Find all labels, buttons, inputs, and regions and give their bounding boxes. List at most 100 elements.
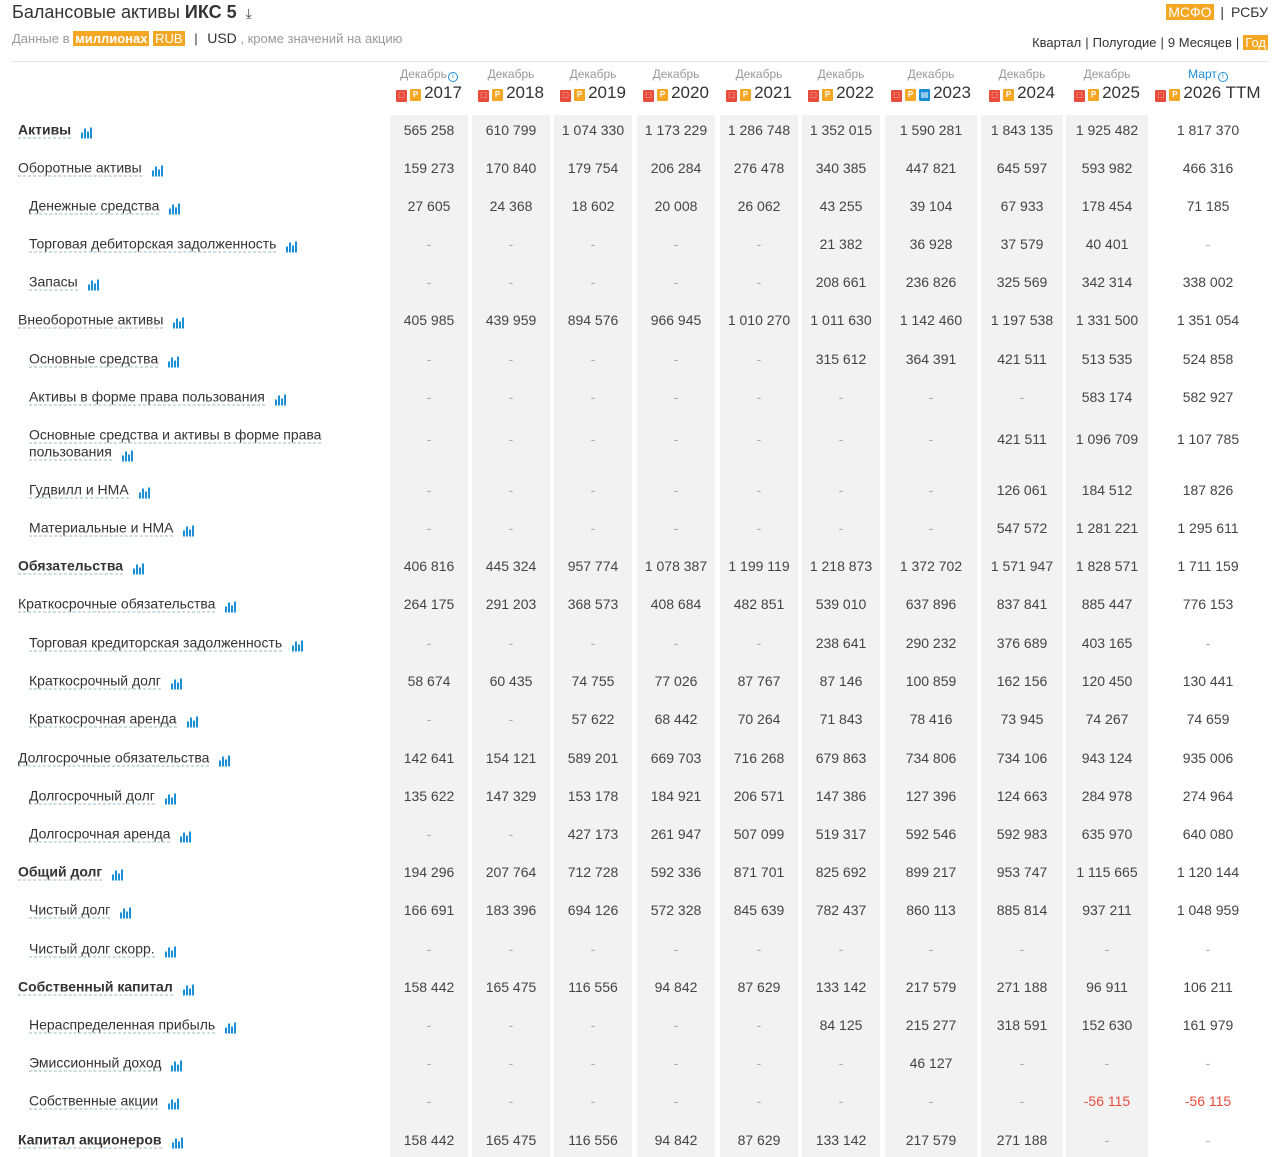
presentation-icon[interactable]: P [410, 89, 422, 101]
row-label-text[interactable]: Основные средства [29, 350, 159, 368]
bar-chart-icon[interactable] [164, 942, 177, 958]
table-cell: - [426, 826, 432, 842]
table-cell: 217 579 [905, 979, 957, 995]
pdf-report-icon[interactable]: ⬚ [808, 90, 820, 102]
bar-chart-icon[interactable] [81, 123, 93, 139]
bar-chart-icon[interactable] [186, 712, 199, 728]
row-label-text[interactable]: Долгосрочная аренда [29, 825, 171, 843]
row-label-text[interactable]: Чистый долг скорр. [29, 940, 155, 958]
row-label-text[interactable]: Долгосрочный долг [29, 787, 155, 805]
presentation-icon[interactable]: P [905, 89, 917, 101]
bar-chart-icon[interactable] [164, 789, 177, 805]
presentation-icon[interactable]: P [1169, 89, 1181, 101]
bar-chart-icon[interactable] [225, 597, 237, 613]
row-label-text[interactable]: Денежные средства [29, 197, 160, 215]
table-cell: - [673, 520, 679, 536]
row-label-text[interactable]: Обязательства [18, 557, 124, 575]
presentation-icon[interactable]: P [657, 89, 669, 101]
row-label-text[interactable]: Общий долг [18, 863, 103, 881]
pdf-report-icon[interactable]: ⬚ [891, 90, 903, 102]
bar-chart-icon[interactable] [225, 1018, 237, 1034]
row-label: Чистый долг скорр. [29, 940, 177, 958]
table-cell: 482 851 [733, 596, 785, 612]
row-label-text[interactable]: Оборотные активы [18, 159, 142, 177]
bar-chart-icon[interactable] [171, 1056, 183, 1072]
bar-chart-icon[interactable] [133, 559, 145, 575]
row-label-text[interactable]: Собственные акции [29, 1092, 159, 1110]
pdf-report-icon[interactable]: ⬚ [1074, 90, 1086, 102]
table-cell: - [1205, 941, 1211, 957]
period-3[interactable]: Год [1243, 35, 1268, 50]
bar-chart-icon[interactable] [274, 390, 287, 406]
bar-chart-icon[interactable] [121, 445, 134, 462]
row-label-text[interactable]: Краткосрочная аренда [29, 710, 177, 728]
row-label-text[interactable]: Капитал акционеров [18, 1131, 162, 1149]
standard-ifrs[interactable]: МСФО [1166, 4, 1214, 20]
currency-usd[interactable]: USD [207, 30, 237, 46]
bar-chart-icon[interactable] [120, 903, 132, 919]
bar-chart-icon[interactable] [180, 827, 192, 843]
table-cell: - [508, 389, 514, 405]
currency-rub[interactable]: RUB [153, 31, 185, 46]
info-icon[interactable]: i [1217, 72, 1228, 82]
bar-chart-icon[interactable] [170, 674, 183, 690]
row-label-text[interactable]: Эмиссионный доход [29, 1054, 162, 1072]
bar-chart-icon[interactable] [87, 275, 100, 291]
row-label-text[interactable]: Краткосрочный долг [29, 672, 161, 690]
bar-chart-icon[interactable] [183, 521, 195, 537]
bar-chart-icon[interactable] [171, 1133, 184, 1149]
row-label-text[interactable]: Краткосрочные обязательства [18, 595, 216, 613]
bar-chart-icon[interactable] [112, 865, 124, 881]
row-label-text[interactable]: Нераспределенная прибыль [29, 1016, 216, 1034]
standard-rsbu[interactable]: РСБУ [1231, 4, 1268, 20]
bar-chart-icon[interactable] [151, 161, 164, 177]
presentation-icon[interactable]: P [740, 89, 752, 101]
bar-chart-icon[interactable] [219, 751, 231, 767]
table-cell: 1 286 748 [727, 122, 791, 138]
period-0[interactable]: Квартал [1032, 35, 1081, 50]
bar-chart-icon[interactable] [168, 352, 180, 368]
info-icon[interactable]: i [447, 72, 458, 82]
bar-chart-icon[interactable] [286, 237, 298, 253]
pdf-report-icon[interactable]: ⬚ [560, 90, 572, 102]
table-cell: 937 211 [1082, 902, 1132, 918]
pdf-report-icon[interactable]: ⬚ [726, 90, 738, 102]
row-label-text[interactable]: Торговая дебиторская задолженность [29, 235, 277, 253]
presentation-icon[interactable]: P [1003, 89, 1015, 101]
presentation-icon[interactable]: P [574, 89, 586, 101]
row-label-text[interactable]: Чистый долг [29, 901, 111, 919]
pdf-report-icon[interactable]: ⬚ [989, 90, 1001, 102]
pdf-report-icon[interactable]: ⬚ [396, 90, 408, 102]
row-label-text[interactable]: Гудвилл и НМА [29, 481, 129, 499]
row-label-text[interactable]: Собственный капитал [18, 978, 173, 996]
presentation-icon[interactable]: P [1088, 89, 1100, 101]
period-1[interactable]: Полугодие [1093, 35, 1157, 50]
bar-chart-icon[interactable] [169, 199, 181, 215]
row-label-text[interactable]: Основные средства и активы в форме права… [29, 426, 322, 461]
row-label-text[interactable]: Запасы [29, 273, 78, 291]
presentation-icon[interactable]: P [492, 89, 504, 101]
document-icon[interactable]: ▤ [919, 89, 931, 101]
period-2[interactable]: 9 Месяцев [1168, 35, 1232, 50]
table-cell: - [426, 1093, 432, 1109]
bar-chart-icon[interactable] [292, 636, 304, 652]
pdf-report-icon[interactable]: ⬚ [1155, 90, 1167, 102]
year-label: 2022 [836, 83, 874, 102]
bar-chart-icon[interactable] [173, 313, 185, 329]
row-label-text[interactable]: Активы [18, 121, 72, 139]
bar-chart-icon[interactable] [168, 1094, 180, 1110]
download-icon[interactable]: ⤓ [246, 5, 252, 22]
presentation-icon[interactable]: P [822, 89, 834, 101]
unit-selector[interactable]: миллионах [73, 31, 150, 46]
row-label-text[interactable]: Торговая кредиторская задолженность [29, 634, 283, 652]
bar-chart-icon[interactable] [138, 483, 151, 499]
row-label: Чистый долг [29, 901, 132, 919]
row-label-text[interactable]: Активы в форме права пользования [29, 388, 265, 406]
row-label-text[interactable]: Внеоборотные активы [18, 311, 164, 329]
row-label-text[interactable]: Долгосрочные обязательства [18, 749, 210, 767]
pdf-report-icon[interactable]: ⬚ [478, 90, 490, 102]
pdf-report-icon[interactable]: ⬚ [643, 90, 655, 102]
row-label-text[interactable]: Материальные и НМА [29, 519, 174, 537]
table-cell: 716 268 [733, 750, 785, 766]
bar-chart-icon[interactable] [182, 980, 195, 996]
